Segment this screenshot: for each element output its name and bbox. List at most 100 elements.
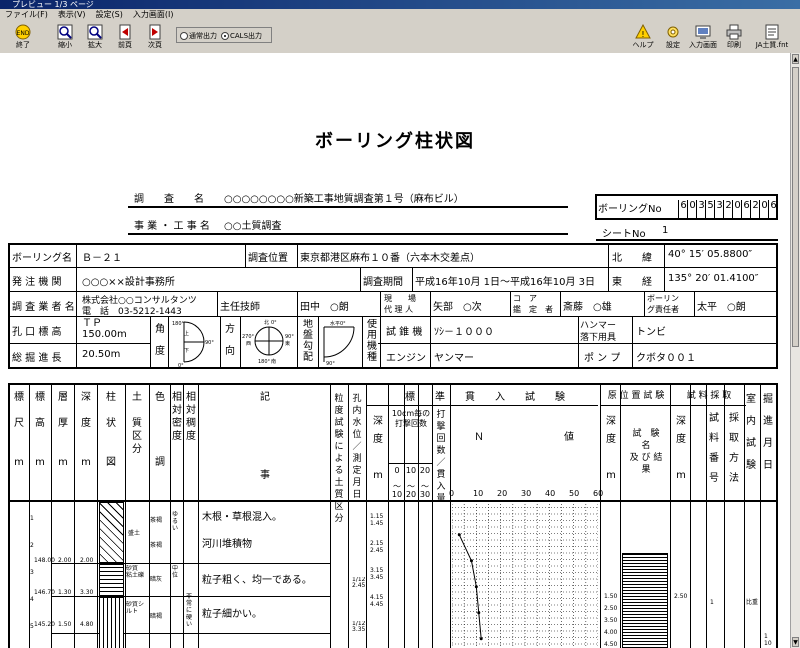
project-underline <box>128 233 568 235</box>
insitu-name-header: 試 験 名 及 び 結 果 <box>629 429 663 475</box>
input-screen-label: 入力画面 <box>689 41 717 49</box>
period: 平成16年10月 1日～平成16年10月 3日 <box>415 277 595 288</box>
input-screen-button[interactable]: 入力画面 <box>688 23 718 51</box>
info-col-line <box>360 267 361 291</box>
font-file-icon <box>765 24 779 40</box>
cals-output-radio[interactable] <box>221 32 229 40</box>
n-value-point <box>474 585 478 589</box>
vertical-scrollbar[interactable]: ▲ ▼ <box>790 53 800 648</box>
consistency-1: 非常に 硬い <box>186 593 193 628</box>
end-icon: END <box>15 24 31 40</box>
cals-output-option[interactable]: CALS出力 <box>221 28 262 42</box>
col-density-header: 相 対 密 度 <box>172 392 182 442</box>
angle-tick-180: 180° <box>172 321 185 327</box>
info-col-line <box>560 291 561 316</box>
cals-output-label: CALS出力 <box>230 32 263 40</box>
layer-boundary <box>51 563 331 564</box>
info-col-line <box>578 316 579 369</box>
col-color-header: 色 調 <box>155 392 165 468</box>
n-value-point <box>479 637 483 641</box>
col-column-header: 柱 状 図 <box>106 392 116 468</box>
menu-settings[interactable]: 設定(S) <box>91 9 128 21</box>
gear-icon <box>667 26 679 38</box>
sheet-no: 1 <box>662 225 669 236</box>
log-col-line <box>366 383 367 648</box>
shrink-button[interactable]: 縮小 <box>52 23 78 51</box>
thickness-value: 1.50 <box>58 621 72 628</box>
next-page-button[interactable]: 次頁 <box>142 23 168 51</box>
menu-file[interactable]: ファイル(F) <box>0 9 53 21</box>
hammer-label-2: 落下用具 <box>580 333 617 343</box>
n-value-point <box>477 611 481 615</box>
spt-depth: 4.15 4.45 <box>370 594 384 608</box>
font-file-button[interactable]: JA土質.fnt <box>750 23 794 51</box>
project-label: 事 業 ・ 工 事 名 <box>134 221 210 232</box>
info-row-line <box>8 291 778 292</box>
sample-header: 試 料 採 取 <box>686 391 732 401</box>
settings-button[interactable]: 設定 <box>660 23 686 51</box>
svg-text:END: END <box>17 30 30 37</box>
dir-tick-east: 東 <box>285 340 290 347</box>
boring-chief-label-2: グ責任者 <box>647 305 679 314</box>
dir-tick-north: 北 <box>264 319 269 326</box>
contractor-label: 調 査 業 者 名 <box>12 302 75 313</box>
spt-depth: 3.15 3.45 <box>370 567 384 581</box>
document-title: ボーリング柱状図 <box>315 131 475 152</box>
svg-text:!: ! <box>641 30 644 39</box>
print-button[interactable]: 印刷 <box>722 23 746 51</box>
depth-value: 4.80 <box>80 621 94 628</box>
dir-tick-90: 90° <box>285 334 294 340</box>
spt-header: 標 準 貫 入 試 験 <box>405 392 565 403</box>
help-button[interactable]: ! ヘルプ <box>628 23 658 51</box>
print-label: 印刷 <box>727 41 741 49</box>
info-col-line <box>510 291 511 316</box>
hammer: トンビ <box>636 327 666 338</box>
enlarge-button[interactable]: 拡大 <box>82 23 108 51</box>
info-row-line <box>8 343 150 344</box>
note-1: 木根・草根混入。 <box>202 512 282 523</box>
indoor-test-header: 室 内 試 験 <box>746 394 756 471</box>
slope-diagram: 水平0° 90° <box>323 320 355 367</box>
normal-output-radio[interactable] <box>180 32 188 40</box>
elevation: ＴＰ 150.00m <box>82 318 127 340</box>
sample-no: 1 <box>710 599 714 606</box>
color-3: 暗灰 <box>150 576 163 583</box>
n-tick-label: 60 <box>593 489 604 498</box>
color-4: 暗褐 <box>150 613 163 620</box>
scroll-up-arrow[interactable]: ▲ <box>792 54 799 64</box>
menu-input-screen[interactable]: 入力画面(I) <box>128 9 179 21</box>
soil-3: 砂質シ ルト <box>126 601 145 615</box>
log-col-line <box>620 383 621 648</box>
log-col-line <box>330 383 331 648</box>
depth-value: 3.30 <box>80 589 94 596</box>
menu-view[interactable]: 表示(V) <box>53 9 91 21</box>
info-col-line <box>412 267 413 291</box>
scroll-down-arrow[interactable]: ▼ <box>792 637 799 647</box>
info-col-line <box>297 243 298 267</box>
angle-tick-up: 上 <box>184 330 189 337</box>
normal-output-option[interactable]: 通常出力 <box>180 28 217 42</box>
col-consistency-header: 相 対 稠 度 <box>186 392 196 442</box>
n-tick-label: 20 <box>497 489 508 498</box>
spt-depth: 2.15 2.45 <box>370 540 384 554</box>
info-col-line <box>217 291 218 316</box>
sample-method-header: 採 取 方 法 <box>729 413 739 484</box>
prev-page-button[interactable]: 前頁 <box>112 23 138 51</box>
layer-boundary <box>51 633 331 634</box>
angle-tick-0: 0° <box>178 363 184 367</box>
scroll-thumb[interactable] <box>792 67 799 347</box>
output-mode-group: 通常出力 CALS出力 <box>176 27 272 43</box>
font-file-label: JA土質.fnt <box>755 41 789 49</box>
n-value-point <box>469 559 473 563</box>
insitu-depth: 4.00 <box>604 629 618 636</box>
info-col-line <box>632 316 633 369</box>
printer-icon <box>726 24 742 40</box>
col-elevation-header: 標 高 m <box>35 392 45 468</box>
log-col-line <box>450 383 451 648</box>
end-button[interactable]: END 終了 <box>10 23 36 51</box>
n-value-line <box>458 534 482 639</box>
col-water-header: 孔内水位／測定月日 <box>352 394 362 500</box>
thickness-value: 1.30 <box>58 589 72 596</box>
angle-tick-down: 下 <box>184 348 189 354</box>
note-2: 河川堆積物 <box>202 539 252 550</box>
